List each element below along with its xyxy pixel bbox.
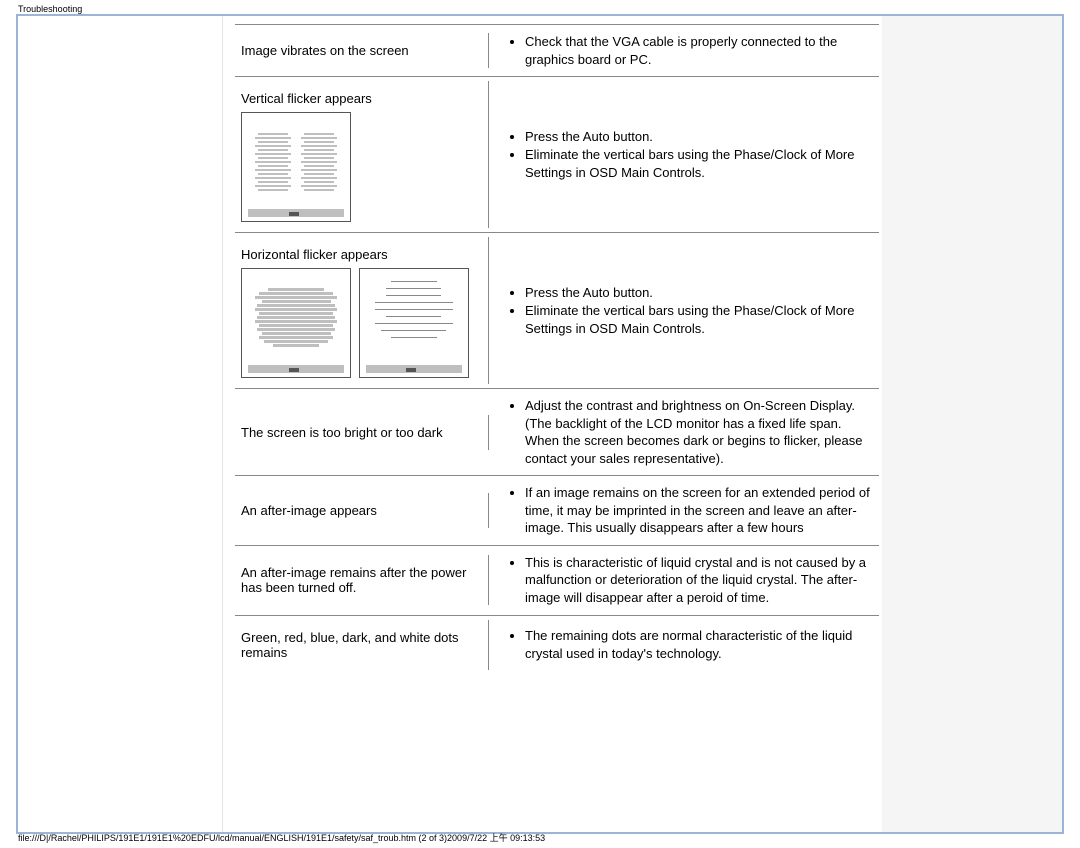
problem-text: The screen is too bright or too dark [239, 415, 489, 450]
solution-item: Adjust the contrast and brightness on On… [525, 397, 879, 467]
footer-filepath: file:///D|/Rachel/PHILIPS/191E1/191E1%20… [18, 831, 545, 844]
table-row: Vertical flicker appears [235, 76, 879, 232]
problem-text: Vertical flicker appears [241, 91, 482, 106]
solution-item: Eliminate the vertical bars using the Ph… [525, 302, 879, 337]
table-row: The screen is too bright or too dark Adj… [235, 388, 879, 475]
solution-item: If an image remains on the screen for an… [525, 484, 879, 537]
right-shadow [882, 16, 1062, 832]
table-row: Green, red, blue, dark, and white dots r… [235, 615, 879, 674]
troubleshooting-table: Image vibrates on the screen Check that … [235, 24, 879, 674]
horizontal-flicker-diagram-a [241, 268, 351, 378]
solution-item: Press the Auto button. [525, 284, 879, 302]
solution-item: The remaining dots are normal characteri… [525, 627, 879, 662]
solution-item: Check that the VGA cable is properly con… [525, 33, 879, 68]
problem-text: Horizontal flicker appears [241, 247, 482, 262]
left-sidebar [18, 16, 223, 832]
solution-item: Press the Auto button. [525, 128, 879, 146]
problem-text: An after-image appears [239, 493, 489, 528]
problem-text: Image vibrates on the screen [239, 33, 489, 68]
page-title: Troubleshooting [0, 0, 1080, 14]
problem-text: An after-image remains after the power h… [239, 555, 489, 605]
horizontal-flicker-diagram-b [359, 268, 469, 378]
vertical-flicker-diagram [241, 112, 351, 222]
document-frame: Image vibrates on the screen Check that … [16, 14, 1064, 834]
table-row: Image vibrates on the screen Check that … [235, 24, 879, 76]
table-row: An after-image remains after the power h… [235, 545, 879, 615]
table-row: An after-image appears If an image remai… [235, 475, 879, 545]
solution-item: This is characteristic of liquid crystal… [525, 554, 879, 607]
content-area: Image vibrates on the screen Check that … [223, 16, 1062, 832]
problem-text: Green, red, blue, dark, and white dots r… [239, 620, 489, 670]
table-row: Horizontal flicker appears [235, 232, 879, 388]
solution-item: Eliminate the vertical bars using the Ph… [525, 146, 879, 181]
